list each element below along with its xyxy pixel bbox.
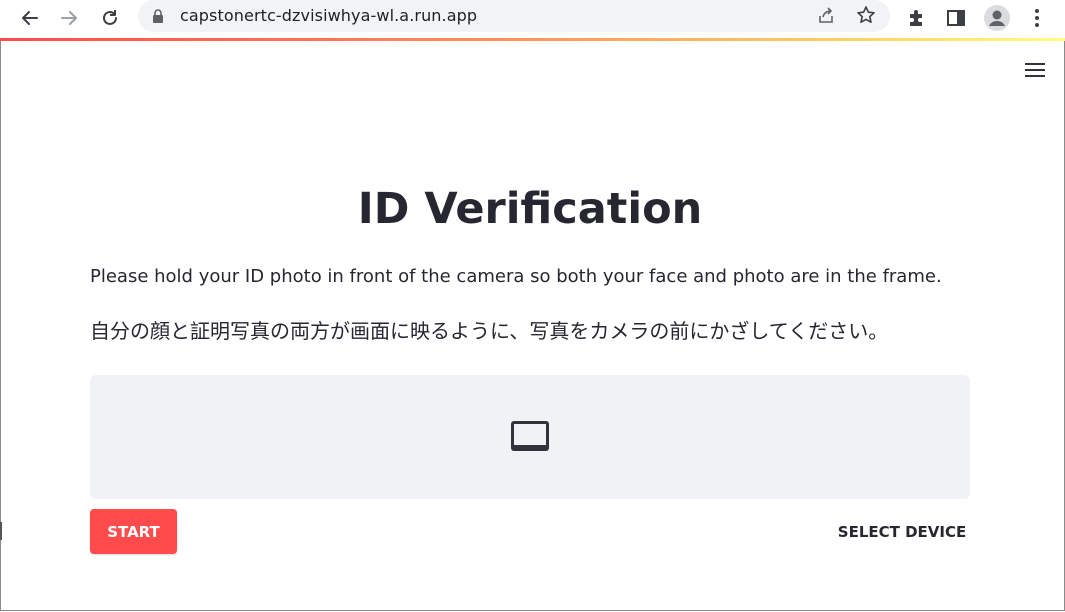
url-text: capstonertc-dzvisiwhya-wl.a.run.app: [180, 6, 478, 25]
video-placeholder-icon: [511, 421, 549, 451]
forward-button[interactable]: [55, 4, 83, 32]
forward-arrow-icon: [61, 11, 77, 25]
back-arrow-icon: [22, 11, 38, 25]
reload-button[interactable]: [96, 4, 124, 32]
instruction-english: Please hold your ID photo in front of th…: [90, 266, 942, 287]
browser-toolbar: capstonertc-dzvisiwhya-wl.a.run.app: [0, 0, 1065, 38]
app-menu-button[interactable]: [1024, 60, 1046, 80]
kebab-menu-icon: [1035, 9, 1039, 27]
profile-icon: [984, 5, 1010, 31]
hamburger-menu-icon: [1025, 63, 1045, 77]
extensions-button[interactable]: [903, 4, 931, 32]
profile-button[interactable]: [983, 4, 1011, 32]
page-title: ID Verification: [357, 184, 703, 234]
browser-menu-button[interactable]: [1023, 4, 1051, 32]
back-button[interactable]: [16, 4, 44, 32]
star-icon[interactable]: [856, 5, 876, 25]
side-panel-icon: [947, 10, 965, 26]
window-edge-mark: [0, 522, 2, 540]
video-preview: [90, 375, 970, 499]
address-bar[interactable]: capstonertc-dzvisiwhya-wl.a.run.app: [138, 0, 890, 32]
start-button[interactable]: START: [90, 509, 177, 554]
lock-icon: [153, 9, 163, 23]
puzzle-icon: [910, 10, 922, 26]
share-icon[interactable]: [816, 6, 836, 26]
select-device-button[interactable]: SELECT DEVICE: [834, 509, 970, 554]
reload-icon: [103, 10, 117, 25]
instruction-japanese: 自分の顔と証明写真の両方が画面に映るように、写真をカメラの前にかざしてください。: [90, 319, 889, 343]
side-panel-button[interactable]: [942, 4, 970, 32]
